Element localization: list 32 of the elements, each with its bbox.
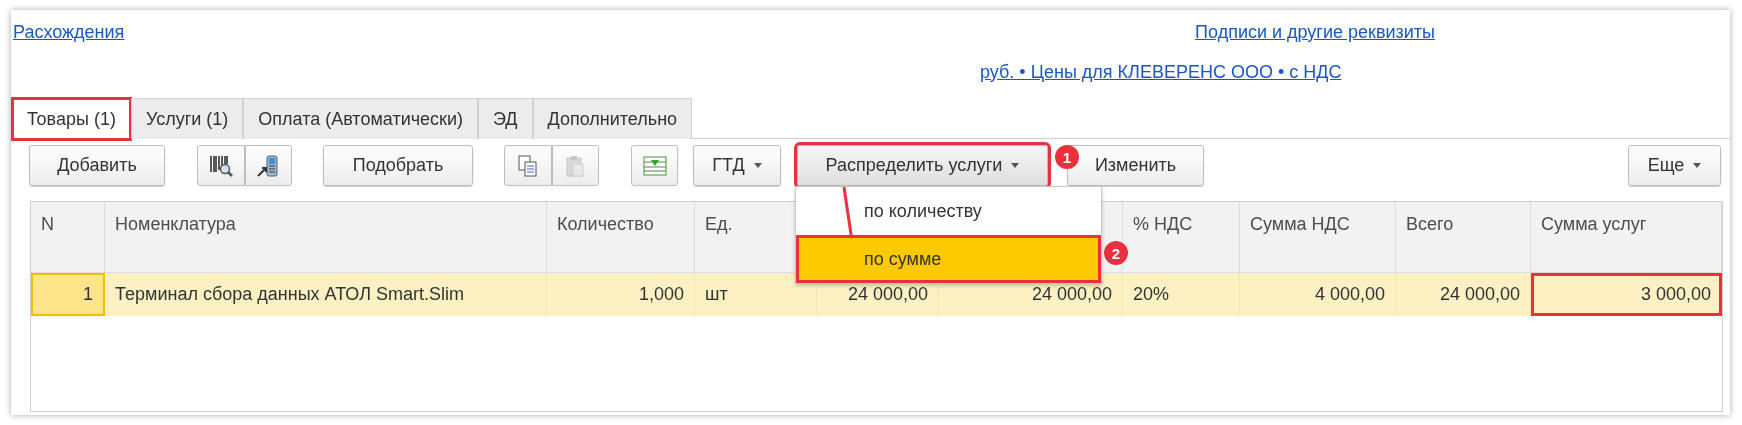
toolbar-button[interactable]: Добавить (29, 145, 165, 186)
icon-button[interactable] (244, 145, 292, 186)
dropdown-button[interactable]: Распределить услуги (797, 145, 1048, 186)
table-row[interactable]: 1 Терминал сбора данных АТОЛ Smart.Slim 1,000 шт 24 000,00 24 000,00 20% 4 000,00 24 000,00 3 000,00 (31, 273, 1722, 316)
copy-icon (515, 153, 540, 178)
icon-button[interactable] (197, 145, 245, 186)
tab[interactable]: Услуги (1) (130, 98, 244, 139)
table-cell: 3 000,00 (1531, 273, 1722, 316)
scanner-icon (256, 153, 281, 178)
discrepancies-link[interactable]: Расхождения (13, 21, 125, 43)
table-cell: шт (695, 273, 817, 316)
table-cell: 1,000 (547, 273, 695, 316)
table-cell: 20% (1123, 273, 1240, 316)
table-cell: 4 000,00 (1240, 273, 1396, 316)
barcode-search-icon (208, 153, 233, 178)
signatures-link[interactable]: Подписи и другие реквизиты (1195, 21, 1435, 43)
caret-icon (1011, 163, 1020, 168)
prices-link[interactable]: руб. • Цены для КЛЕВЕРЕНС ООО • с НДС (980, 61, 1342, 83)
table-cell: 1 (31, 273, 105, 316)
column-header[interactable]: Сумма услуг (1531, 202, 1722, 273)
step-badge: 1 (1055, 145, 1079, 169)
table-cell: 24 000,00 (1396, 273, 1531, 316)
caret-icon (753, 163, 762, 168)
caret-icon (1693, 163, 1702, 168)
tab[interactable]: Оплата (Автоматически) (243, 98, 479, 139)
toolbar-button[interactable]: Подобрать (323, 145, 473, 186)
tab[interactable]: Товары (1) (12, 98, 131, 140)
tab[interactable]: Дополнительно (532, 98, 693, 139)
table-cell: Терминал сбора данных АТОЛ Smart.Slim (105, 273, 547, 316)
tab[interactable]: ЭД (478, 98, 533, 139)
dropdown-button[interactable]: Еще (1628, 145, 1721, 186)
dropdown-button[interactable]: ГТД (693, 145, 781, 186)
